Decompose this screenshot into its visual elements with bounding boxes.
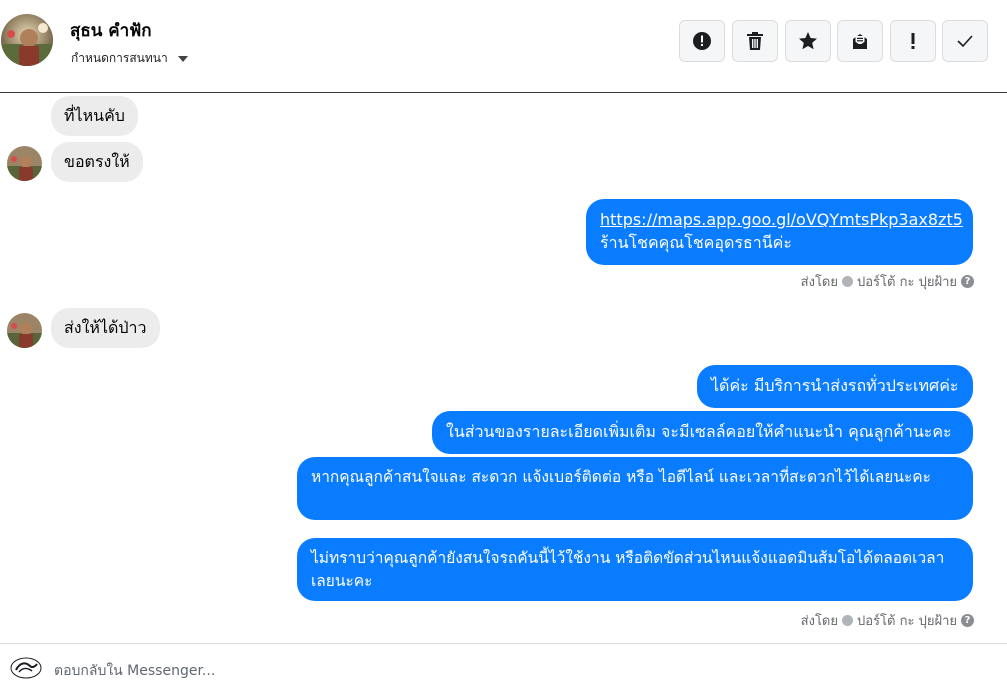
mark-done-button[interactable]	[942, 20, 988, 62]
contact-avatar[interactable]	[1, 14, 53, 66]
mail-icon	[853, 34, 867, 49]
star-icon	[799, 32, 817, 50]
mark-spam-button[interactable]	[890, 20, 936, 62]
star-button[interactable]	[785, 20, 831, 62]
sent-by-prefix: ส่งโดย	[800, 614, 838, 629]
message-text: ร้านโชคคุณโชคอุดรธานีค่ะ	[600, 233, 792, 252]
delete-button[interactable]	[732, 20, 778, 62]
reply-input[interactable]	[54, 660, 954, 682]
trash-icon	[747, 32, 763, 50]
sent-by-prefix: ส่งโดย	[800, 275, 838, 290]
outgoing-message[interactable]: หากคุณลูกค้าสนใจและ สะดวก แจ้งเบอร์ติดต่…	[297, 457, 973, 520]
verified-icon	[842, 276, 853, 287]
help-icon[interactable]: ?	[961, 614, 974, 627]
outgoing-message[interactable]: ไม่ทราบว่าคุณลูกค้ายังสนใจรถคันนี้ไว้ใช้…	[297, 538, 973, 601]
contact-avatar-small	[7, 313, 42, 348]
exclamation-icon	[911, 33, 915, 49]
sent-by-label: ส่งโดย ปอร์โต้ กะ ปุยฝ้าย ?	[801, 271, 974, 292]
outgoing-message[interactable]: ได้ค่ะ มีบริการนำส่งรถทั่วประเทศค่ะ	[697, 365, 973, 408]
outgoing-message[interactable]: ในส่วนของรายละเอียดเพิ่มเติม จะมีเซลล์คอ…	[432, 411, 973, 454]
contact-avatar-small	[7, 146, 42, 181]
map-link[interactable]: https://maps.app.goo.gl/oVQYmtsPkp3ax8zt…	[600, 210, 963, 229]
incoming-message[interactable]: ขอตรงให้	[51, 142, 143, 182]
check-icon	[957, 35, 973, 48]
conversation-settings-dropdown[interactable]: กำหนดการสนทนา	[71, 49, 188, 68]
verified-icon	[842, 615, 853, 626]
help-icon[interactable]: ?	[961, 275, 974, 288]
conversation-settings-label: กำหนดการสนทนา	[71, 51, 168, 65]
outgoing-message[interactable]: https://maps.app.goo.gl/oVQYmtsPkp3ax8zt…	[586, 199, 973, 265]
incoming-message[interactable]: ที่ไหนคับ	[51, 96, 138, 136]
reply-composer	[0, 643, 1007, 695]
page-logo-icon	[10, 656, 42, 680]
contact-name[interactable]: สุธน คำฟัก	[70, 17, 152, 44]
caret-down-icon	[177, 55, 188, 62]
sender-name[interactable]: ปอร์โต้ กะ ปุยฝ้าย	[857, 610, 957, 631]
sent-by-label: ส่งโดย ปอร์โต้ กะ ปุยฝ้าย ?	[801, 610, 974, 631]
conversation-header: สุธน คำฟัก กำหนดการสนทนา	[0, 0, 1007, 93]
alert-circle-icon	[693, 32, 711, 50]
incoming-message[interactable]: ส่งให้ได้ป่าว	[51, 308, 160, 348]
sender-name[interactable]: ปอร์โต้ กะ ปุยฝ้าย	[857, 271, 957, 292]
mark-unread-button[interactable]	[837, 20, 883, 62]
report-button[interactable]	[679, 20, 725, 62]
